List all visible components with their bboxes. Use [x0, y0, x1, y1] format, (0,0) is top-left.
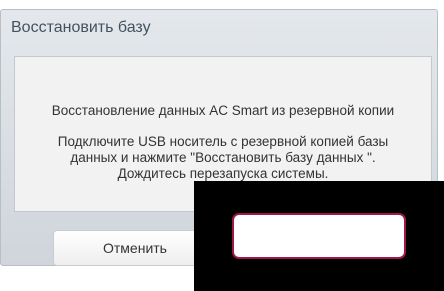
black-overlay	[194, 181, 444, 291]
instructions-text: Подключите USB носитель с резервной копи…	[21, 134, 425, 182]
restore-heading: Восстановление данных AC Smart из резерв…	[51, 103, 395, 118]
instructions-line: Дождитесь перезапуска системы.	[117, 166, 329, 181]
instructions-line: Подключите USB носитель с резервной копи…	[57, 134, 389, 149]
instructions-line: данных и нажмите "Восстановить базу данн…	[70, 150, 376, 165]
screen: Восстановить базу Восстановление данных …	[0, 0, 444, 291]
dialog-title: Восстановить базу	[11, 19, 151, 36]
cancel-button[interactable]: Отменить	[53, 230, 217, 266]
restore-database-button[interactable]	[232, 213, 406, 259]
